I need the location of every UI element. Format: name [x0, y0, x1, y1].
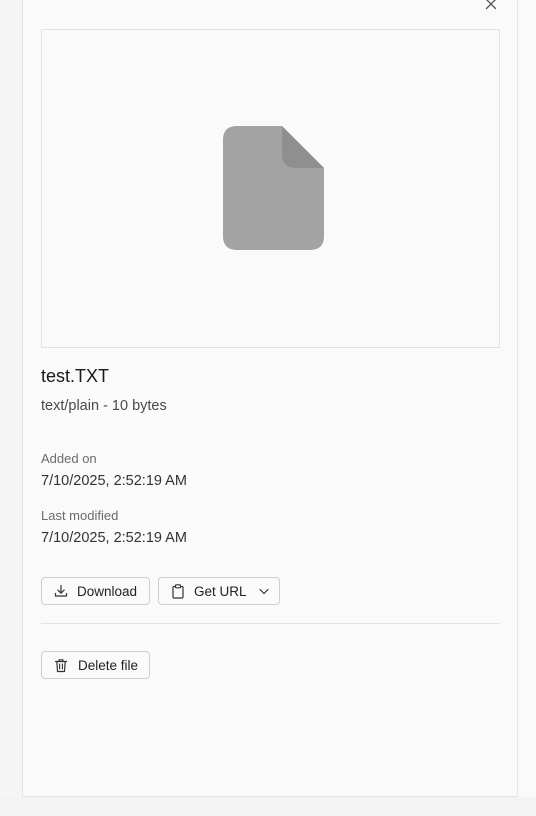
- background-page-edge: [0, 0, 23, 797]
- file-preview: [41, 29, 500, 348]
- get-url-button-label: Get URL: [194, 583, 247, 599]
- delete-file-button-label: Delete file: [78, 657, 139, 673]
- file-name: test.TXT: [41, 366, 110, 386]
- get-url-button[interactable]: Get URL: [158, 577, 280, 605]
- last-modified-label: Last modified: [41, 508, 119, 523]
- last-modified-value: 7/10/2025, 2:52:19 AM: [41, 530, 187, 546]
- file-type-size: text/plain - 10 bytes: [41, 398, 167, 414]
- download-button-label: Download: [77, 583, 138, 599]
- download-icon: [54, 584, 68, 598]
- clipboard-icon: [171, 583, 185, 599]
- chevron-down-icon: [258, 588, 269, 595]
- file-icon: [223, 126, 324, 250]
- delete-file-button[interactable]: Delete file: [41, 651, 150, 679]
- trash-icon: [54, 658, 68, 673]
- scroll-gutter: [518, 0, 536, 797]
- close-icon: [485, 0, 497, 10]
- added-on-label: Added on: [41, 451, 97, 466]
- close-button[interactable]: [482, 0, 500, 13]
- download-button[interactable]: Download: [41, 577, 150, 605]
- added-on-value: 7/10/2025, 2:52:19 AM: [41, 473, 187, 489]
- background-page-bottom: [0, 797, 536, 816]
- divider: [41, 623, 500, 624]
